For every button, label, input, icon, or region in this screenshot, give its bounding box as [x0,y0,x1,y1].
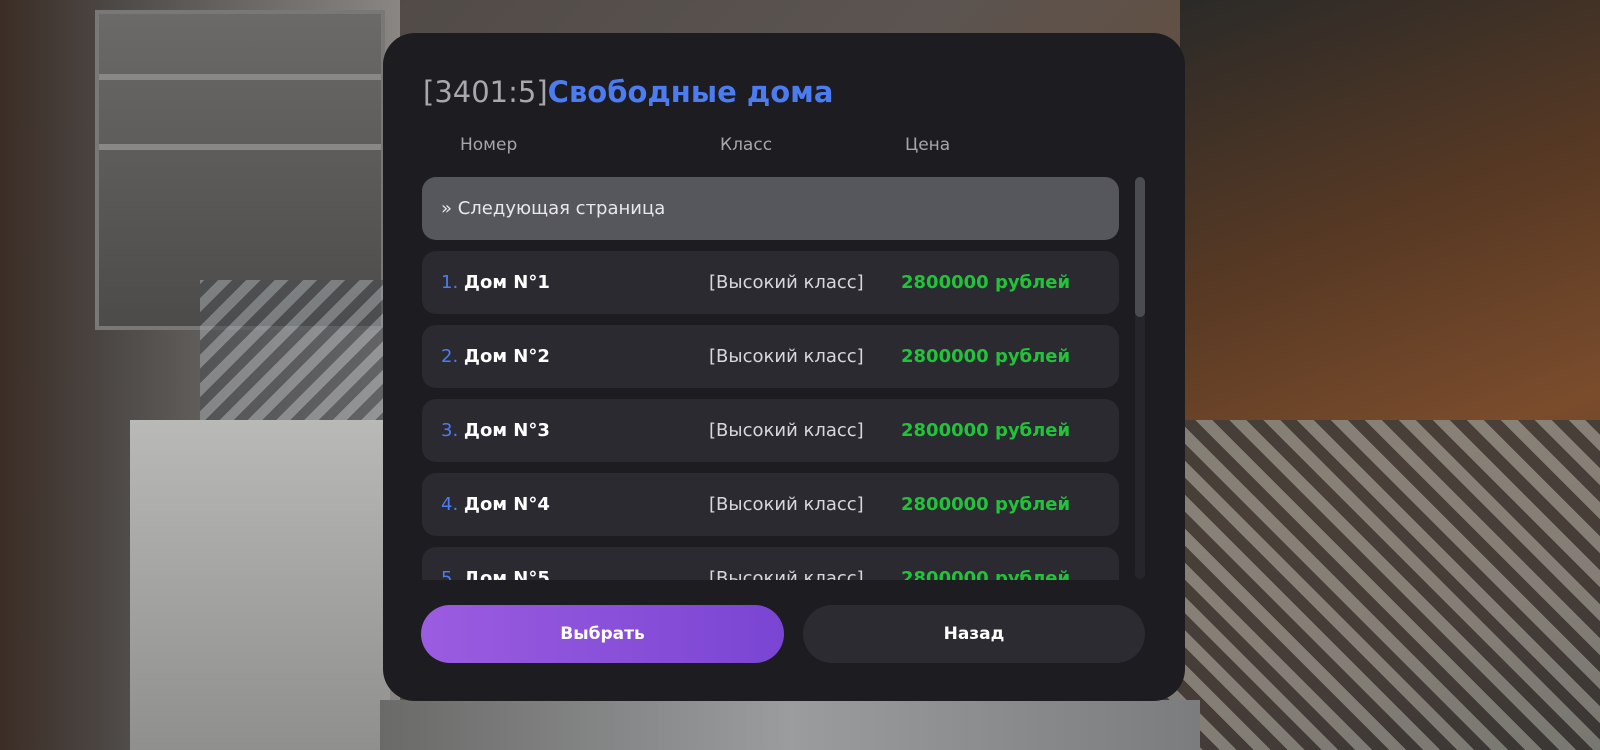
item-index: 2. Дом N°2 [441,346,550,367]
item-class: [Высокий класс] [709,568,864,580]
item-class: [Высокий класс] [709,346,864,367]
item-class: [Высокий класс] [709,494,864,515]
item-price: 2800000 рублей [901,346,1071,367]
list-item[interactable]: 1. Дом N°1 [Высокий класс] 2800000 рубле… [422,251,1119,314]
list-item[interactable]: 4. Дом N°4 [Высокий класс] 2800000 рубле… [422,473,1119,536]
column-header-price: Цена [905,135,951,155]
item-class: [Высокий класс] [709,420,864,441]
list-scrollbar[interactable] [1135,177,1145,579]
dialog-id: [3401:5] [423,75,548,109]
back-button[interactable]: Назад [803,605,1145,663]
item-name: Дом N°4 [463,494,550,515]
list-item[interactable]: 3. Дом N°3 [Высокий класс] 2800000 рубле… [422,399,1119,462]
dialog-title-text: Свободные дома [547,75,834,109]
item-price: 2800000 рублей [901,494,1071,515]
item-index: 1. Дом N°1 [441,272,550,293]
item-price: 2800000 рублей [901,272,1071,293]
item-name: Дом N°5 [463,568,550,580]
item-price: 2800000 рублей [901,568,1071,580]
free-houses-dialog: [3401:5]Свободные дома Номер Класс Цена … [383,33,1185,701]
item-name: Дом N°3 [463,420,550,441]
floor-bottom [380,700,1200,750]
item-price: 2800000 рублей [901,420,1071,441]
list-item[interactable]: 2. Дом N°2 [Высокий класс] 2800000 рубле… [422,325,1119,388]
next-page-item[interactable]: » Следующая страница [422,177,1119,240]
dialog-title: [3401:5]Свободные дома [423,75,833,109]
column-headers: Номер Класс Цена [383,135,1185,159]
column-header-number: Номер [460,135,518,155]
item-class: [Высокий класс] [709,272,864,293]
scrollbar-thumb[interactable] [1135,177,1145,317]
item-index: 3. Дом N°3 [441,420,550,441]
game-scene-background: [3401:5]Свободные дома Номер Класс Цена … [0,0,1600,750]
item-index: 5. Дом N°5 [441,547,550,580]
next-page-label: » Следующая страница [441,198,666,219]
item-name: Дом N°2 [463,346,550,367]
item-index: 4. Дом N°4 [441,494,550,515]
house-list[interactable]: » Следующая страница 1. Дом N°1 [Высокий… [422,177,1122,580]
list-item[interactable]: 5. Дом N°5 [Высокий класс] 2800000 рубле… [422,547,1119,580]
select-button[interactable]: Выбрать [421,605,784,663]
column-header-class: Класс [720,135,773,155]
item-name: Дом N°1 [463,272,550,293]
office-desk [130,420,390,750]
